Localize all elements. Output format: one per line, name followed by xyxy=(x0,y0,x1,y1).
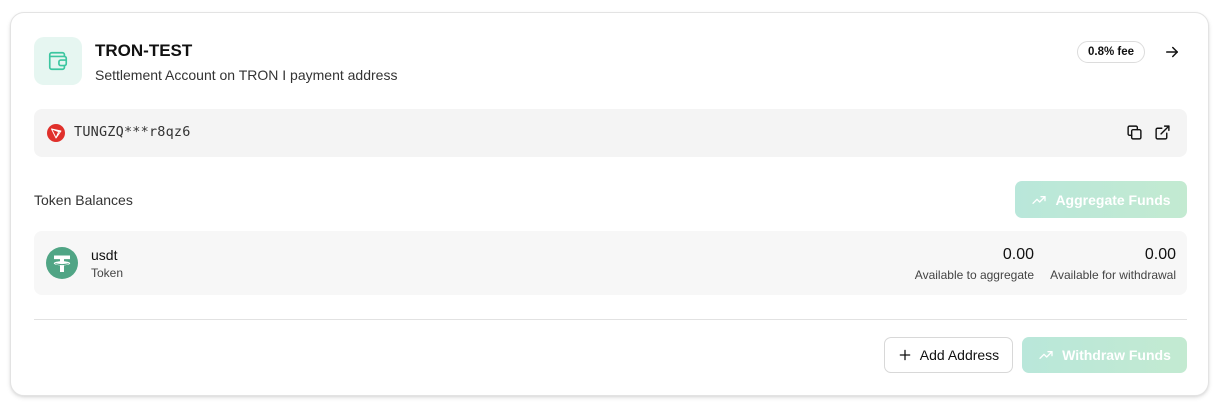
copy-icon[interactable] xyxy=(1126,124,1143,141)
aggregate-value-label: Available to aggregate xyxy=(914,268,1034,282)
token-row: usdt Token 0.00 Available to aggregate 0… xyxy=(34,231,1187,295)
payment-address: TUNGZQ***r8qz6 xyxy=(74,124,191,140)
divider xyxy=(34,319,1187,320)
account-title: TRON-TEST xyxy=(95,41,193,60)
token-type: Token xyxy=(91,266,124,280)
fee-badge: 0.8% fee xyxy=(1077,41,1146,63)
trending-up-icon xyxy=(1039,351,1053,359)
trending-up-icon xyxy=(1032,195,1047,204)
aggregate-funds-button[interactable]: Aggregate Funds xyxy=(1015,181,1187,218)
settlement-account-card: TRON-TEST Settlement Account on TRON I p… xyxy=(10,12,1209,396)
arrow-right-icon[interactable] xyxy=(1163,43,1181,61)
withdraw-funds-button[interactable]: Withdraw Funds xyxy=(1022,337,1187,373)
withdrawal-value-label: Available for withdrawal xyxy=(1050,268,1176,282)
token-balances-heading: Token Balances xyxy=(34,192,133,208)
wallet-icon xyxy=(48,51,68,71)
account-subtitle: Settlement Account on TRON I payment add… xyxy=(95,67,398,83)
address-bar: TUNGZQ***r8qz6 xyxy=(34,109,1187,157)
withdraw-funds-label: Withdraw Funds xyxy=(1062,347,1171,363)
plus-icon xyxy=(899,349,911,361)
aggregate-value: 0.00 xyxy=(1002,246,1034,263)
withdrawal-value: 0.00 xyxy=(1144,246,1176,263)
aggregate-funds-label: Aggregate Funds xyxy=(1055,191,1171,208)
add-address-button[interactable]: Add Address xyxy=(884,337,1013,373)
token-symbol: usdt xyxy=(91,247,118,263)
add-address-label: Add Address xyxy=(919,347,1000,363)
wallet-icon-box xyxy=(34,37,82,85)
external-link-icon[interactable] xyxy=(1154,124,1171,141)
tron-logo-icon xyxy=(47,124,65,142)
tether-logo-icon xyxy=(46,247,78,279)
